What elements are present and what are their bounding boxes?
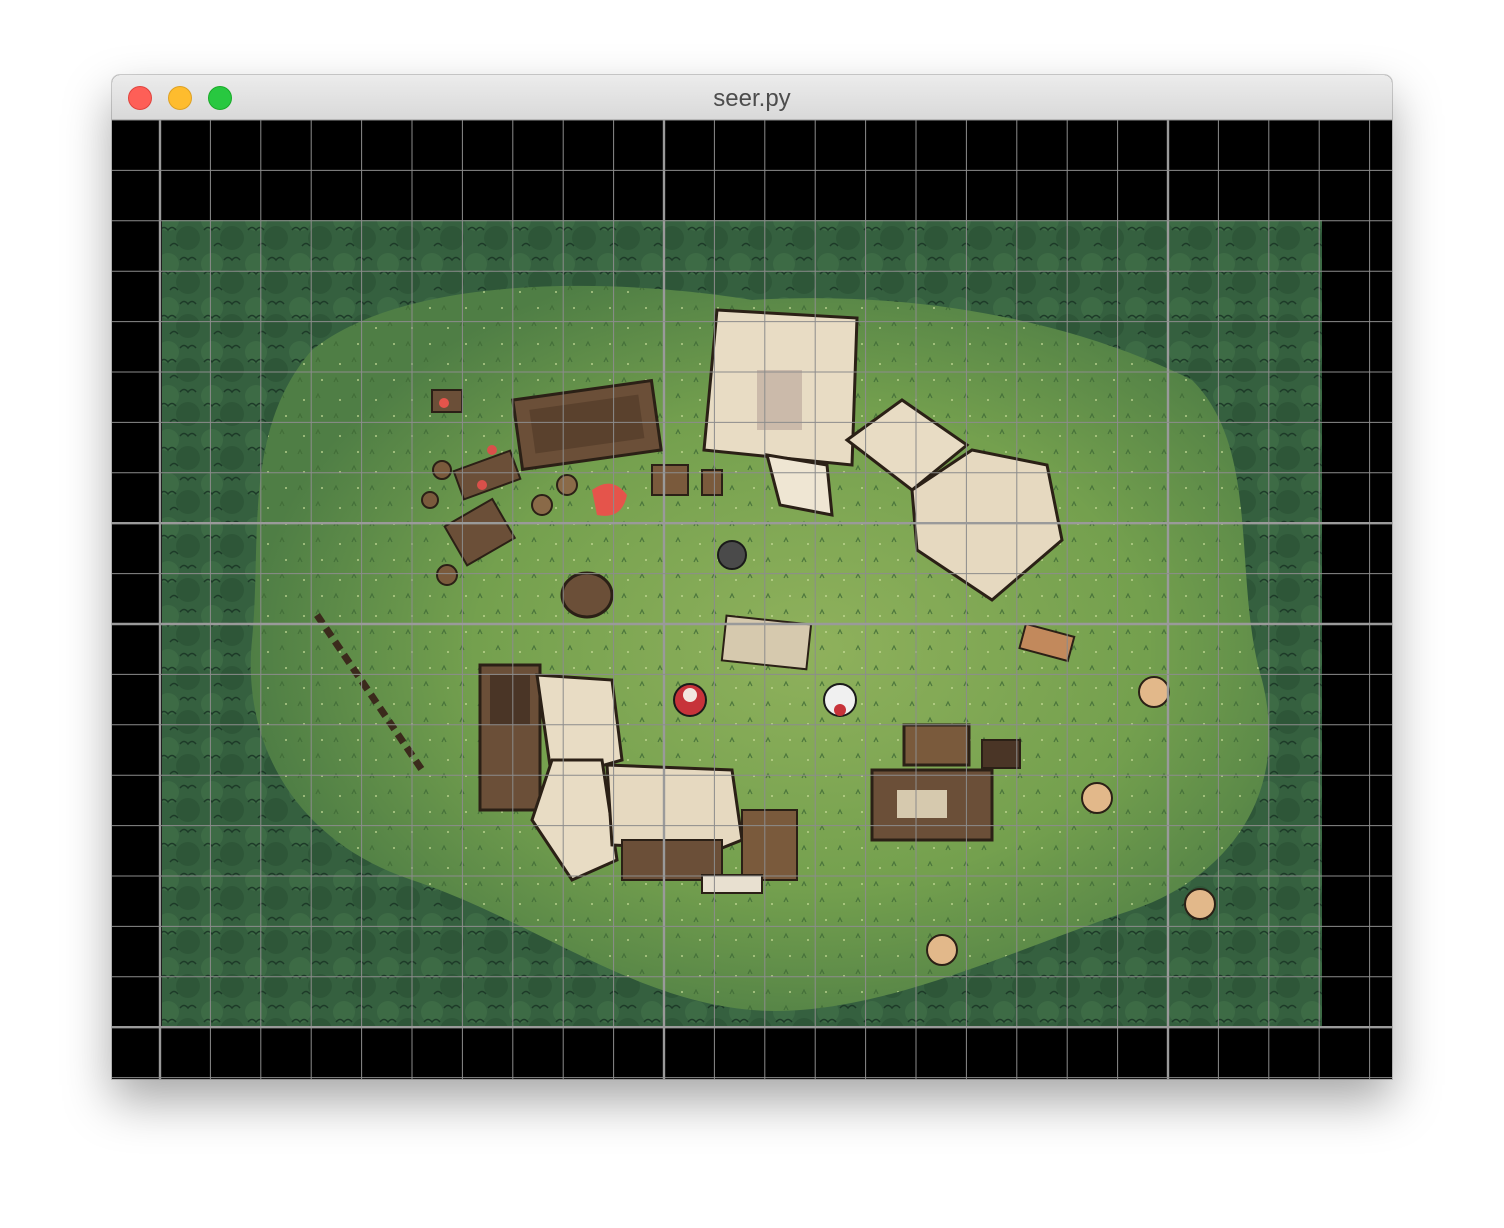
window-title: seer.py [713,85,791,112]
round-table [560,571,614,619]
white-hooded-character-icon[interactable] [823,683,857,717]
map-canvas[interactable] [112,120,1392,1079]
red-hooded-character-icon[interactable] [673,683,707,717]
title-bar[interactable]: seer.py [112,75,1392,120]
app-window: seer.py [112,75,1392,1079]
battle-map[interactable] [112,120,1392,1079]
